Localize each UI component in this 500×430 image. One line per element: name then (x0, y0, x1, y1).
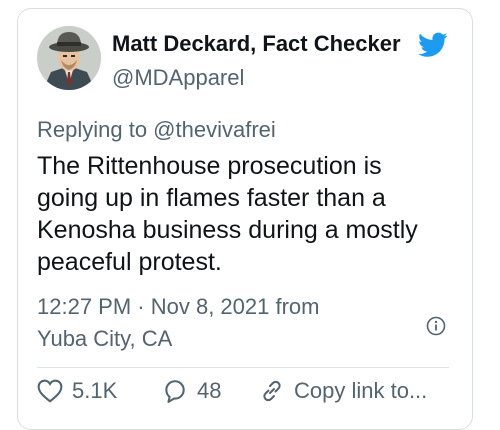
action-bar: 5.1K 48 Copy link to... (37, 374, 457, 408)
copy-link-label: Copy link to... (294, 378, 428, 403)
avatar[interactable] (37, 26, 101, 90)
like-count: 5.1K (72, 378, 118, 403)
reply-button[interactable]: 48 (162, 374, 221, 408)
reply-icon (165, 380, 185, 403)
like-button[interactable]: 5.1K (37, 374, 117, 408)
copy-link-button[interactable]: Copy link to... (259, 374, 427, 408)
timestamp[interactable]: 12:27 PM · Nov 8, 2021 from (37, 291, 319, 323)
location[interactable]: Yuba City, CA (37, 323, 319, 355)
user-handle[interactable]: @MDApparel (112, 64, 244, 92)
avatar-image (37, 26, 101, 90)
info-icon[interactable] (426, 316, 446, 336)
tweet-line: Kenosha business during a mostly (37, 216, 418, 244)
tweet-text: The Rittenhouse prosecution is going up … (37, 150, 457, 278)
display-name[interactable]: Matt Deckard, Fact Checker (112, 30, 412, 58)
tweet-line: The Rittenhouse prosecution is (37, 152, 382, 180)
heart-icon (37, 379, 63, 403)
tweet-meta: 12:27 PM · Nov 8, 2021 from Yuba City, C… (37, 291, 319, 355)
tweet-line: peaceful protest. (37, 248, 222, 276)
link-icon (263, 380, 281, 402)
twitter-bird-icon[interactable] (418, 32, 448, 58)
tweet-line: going up in flames faster than a (37, 184, 386, 212)
reply-context[interactable]: Replying to @thevivafrei (37, 116, 276, 144)
reply-count: 48 (197, 378, 222, 403)
divider (37, 367, 449, 368)
